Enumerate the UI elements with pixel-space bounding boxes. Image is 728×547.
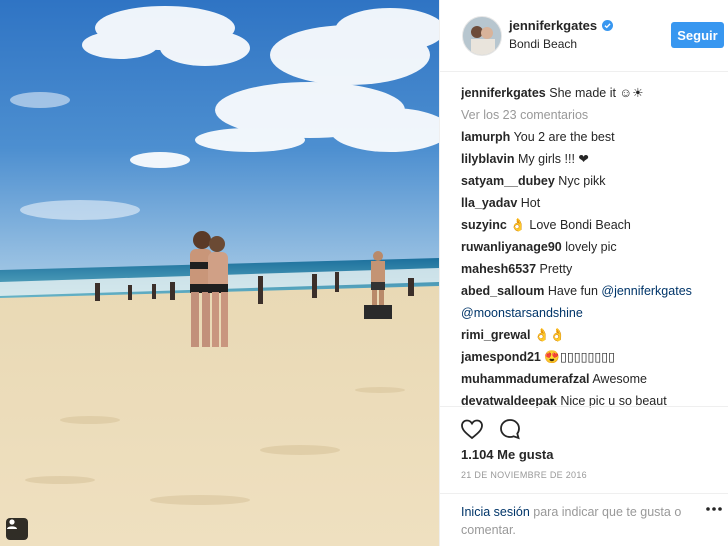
caption-username[interactable]: jenniferkgates bbox=[461, 86, 546, 100]
comment-username[interactable]: rimi_grewal bbox=[461, 328, 530, 342]
comment-text: My girls !!! ❤ bbox=[517, 152, 589, 166]
beach-photo-illustration bbox=[0, 0, 439, 546]
follow-button[interactable]: Seguir bbox=[671, 22, 724, 48]
comment-icon[interactable] bbox=[498, 417, 522, 441]
post-details-panel: jenniferkgates Bondi Beach Seguir jennif… bbox=[439, 0, 728, 546]
verified-badge-icon bbox=[602, 20, 614, 31]
comment-item: jamespond21 😍▯▯▯▯▯▯▯▯ bbox=[461, 346, 725, 368]
location-link[interactable]: Bondi Beach bbox=[509, 37, 577, 51]
comment-item: abed_salloum Have fun @jenniferkgates @m… bbox=[461, 280, 725, 324]
user-tag-icon[interactable] bbox=[6, 518, 28, 540]
comments-section: jenniferkgates She made it ☺☀ Ver los 23… bbox=[461, 82, 725, 412]
caption-text: She made it ☺☀ bbox=[549, 86, 644, 100]
comment-item: muhammadumerafzal Awesome bbox=[461, 368, 725, 390]
post-header: jenniferkgates Bondi Beach Seguir bbox=[440, 0, 728, 72]
comment-item: lilyblavin My girls !!! ❤ bbox=[461, 148, 725, 170]
like-count[interactable]: 1.104 Me gusta bbox=[461, 447, 554, 462]
comment-text: Awesome bbox=[592, 372, 647, 386]
comment-text: Have fun bbox=[547, 284, 598, 298]
comment-text: 👌 Love Bondi Beach bbox=[510, 218, 631, 232]
more-options-icon[interactable] bbox=[705, 506, 723, 512]
author-username-text: jenniferkgates bbox=[509, 18, 598, 33]
comment-username[interactable]: suzyinc bbox=[461, 218, 507, 232]
post-date: 21 DE NOVIEMBRE DE 2016 bbox=[461, 470, 587, 480]
comment-text: You 2 are the best bbox=[513, 130, 615, 144]
comment-username[interactable]: lamurph bbox=[461, 130, 510, 144]
view-all-comments-link[interactable]: Ver los 23 comentarios bbox=[461, 104, 725, 126]
comment-username[interactable]: lilyblavin bbox=[461, 152, 515, 166]
comment-item: lamurph You 2 are the best bbox=[461, 126, 725, 148]
comment-item: lla_yadav Hot bbox=[461, 192, 725, 214]
comment-username[interactable]: abed_salloum bbox=[461, 284, 544, 298]
like-count-text: 1.104 Me gusta bbox=[461, 447, 554, 462]
mention-link[interactable]: @jenniferkgates bbox=[601, 284, 692, 298]
action-bar bbox=[440, 406, 728, 447]
comment-username[interactable]: satyam__dubey bbox=[461, 174, 555, 188]
comment-username[interactable]: muhammadumerafzal bbox=[461, 372, 590, 386]
login-prompt-text: Inicia sesión para indicar que te gusta … bbox=[461, 503, 701, 539]
comment-text: Pretty bbox=[539, 262, 573, 276]
comment-item: ruwanliyanage90 lovely pic bbox=[461, 236, 725, 258]
login-link[interactable]: Inicia sesión bbox=[461, 505, 530, 519]
comment-item: suzyinc 👌 Love Bondi Beach bbox=[461, 214, 725, 236]
comment-text: Hot bbox=[520, 196, 541, 210]
comment-text: lovely pic bbox=[565, 240, 617, 254]
comment-username[interactable]: lla_yadav bbox=[461, 196, 517, 210]
mention-link[interactable]: @moonstarsandshine bbox=[461, 306, 583, 320]
comment-item: rimi_grewal 👌👌 bbox=[461, 324, 725, 346]
login-prompt: Inicia sesión para indicar que te gusta … bbox=[440, 493, 728, 547]
comment-item: satyam__dubey Nyc pikk bbox=[461, 170, 725, 192]
comment-item: mahesh6537 Pretty bbox=[461, 258, 725, 280]
comment-username[interactable]: jamespond21 bbox=[461, 350, 541, 364]
comment-text: 👌👌 bbox=[533, 328, 566, 342]
comment-username[interactable]: ruwanliyanage90 bbox=[461, 240, 562, 254]
caption: jenniferkgates She made it ☺☀ bbox=[461, 82, 725, 104]
avatar[interactable] bbox=[462, 16, 502, 56]
heart-icon[interactable] bbox=[460, 417, 484, 441]
comment-text: 😍▯▯▯▯▯▯▯▯ bbox=[544, 350, 615, 364]
comment-text: Nyc pikk bbox=[558, 174, 606, 188]
author-username[interactable]: jenniferkgates bbox=[509, 18, 614, 33]
post-photo[interactable] bbox=[0, 0, 439, 546]
comment-username[interactable]: mahesh6537 bbox=[461, 262, 536, 276]
